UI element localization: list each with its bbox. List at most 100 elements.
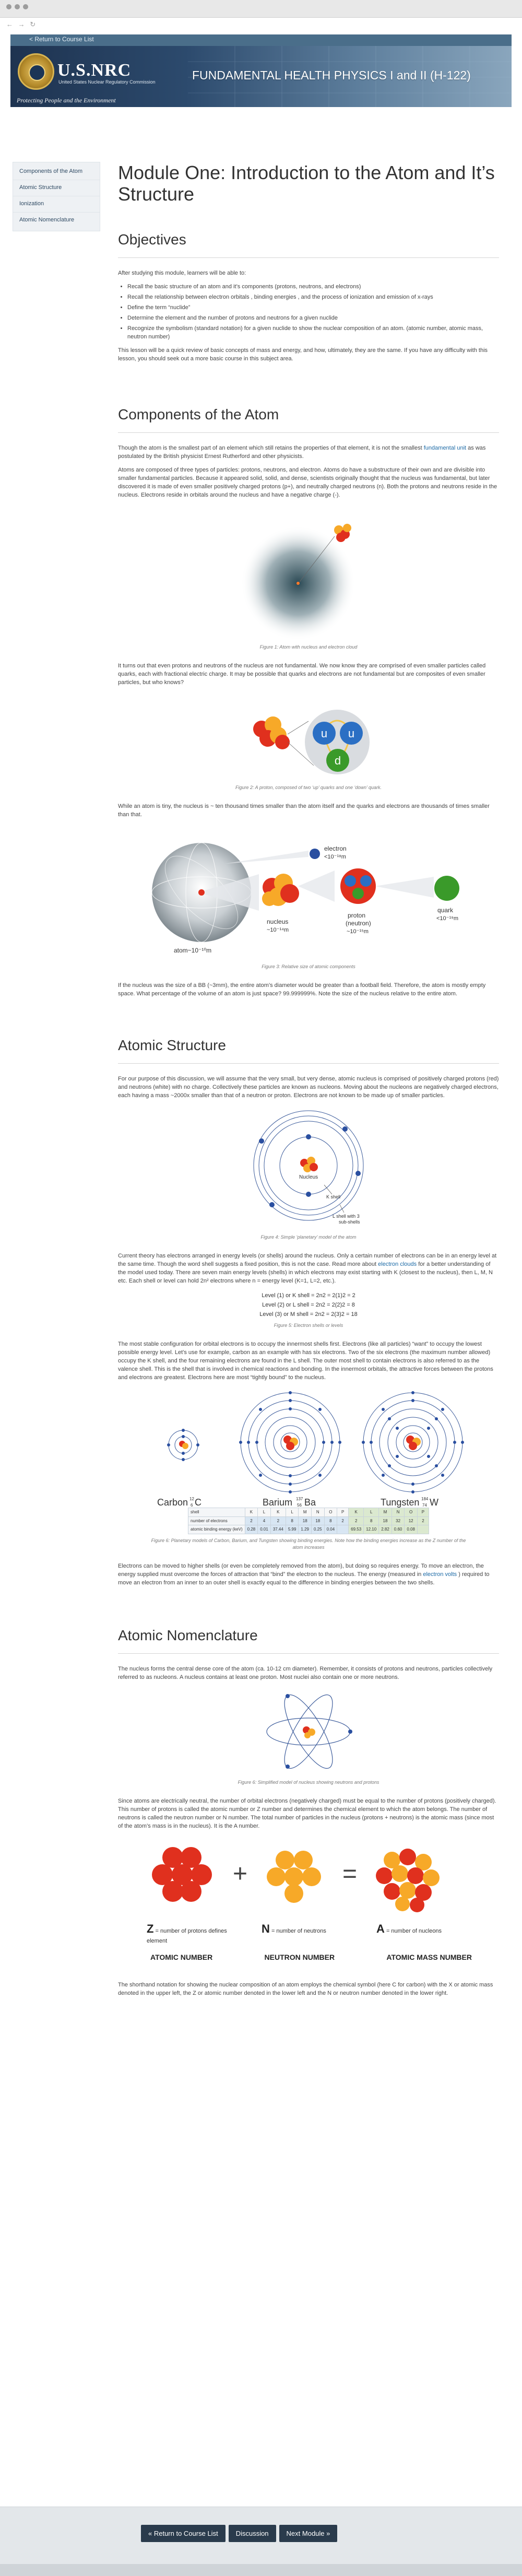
return-to-course-list-button[interactable]: « Return to Course List (141, 2525, 226, 2542)
atom-cloud-illustration (241, 524, 355, 641)
table-cell: 37.44 (270, 1525, 286, 1534)
objectives-intro: After studying this module, learners wil… (118, 270, 246, 277)
module-content: Module One: Introduction to the Atom and… (118, 162, 499, 2003)
z-letter: Z (147, 1922, 154, 1935)
nrc-logo[interactable]: U.S.NRC United States Nuclear Regulatory… (10, 46, 183, 107)
k-shell-label: K shell (326, 1194, 340, 1199)
sidebar-item-components[interactable]: Components of the Atom (13, 162, 100, 180)
n-definition: N = number of neutrons (262, 1921, 355, 1946)
next-module-button[interactable]: Next Module » (279, 2525, 338, 2542)
text-span: Though the atom is the smallest part of … (118, 445, 422, 452)
minimize-window-icon[interactable] (15, 4, 20, 9)
neutron-number-label: NEUTRON NUMBER (264, 1953, 335, 1962)
table-cell: 69.53 (348, 1525, 364, 1534)
sidebar-item-atomic-structure[interactable]: Atomic Structure (13, 180, 100, 196)
figure-relative-sizes: electron <10⁻¹⁸m atom~10⁻¹⁰m nucleus ~10… (141, 825, 476, 960)
figure-atom-cloud (230, 505, 387, 641)
tungsten-mass: 184 (421, 1497, 429, 1501)
table-cell: M (298, 1508, 312, 1517)
figure-2-caption: Figure 2: A proton, composed of two ‘up’… (235, 784, 382, 790)
nomenclature-heading: Atomic Nomenclature (118, 1625, 499, 1654)
figure-3-caption: Figure 3: Relative size of atomic compon… (262, 963, 355, 969)
sidebar-item-ionization[interactable]: Ionization (13, 196, 100, 213)
nuclide-composition-illustration: + = (152, 1847, 440, 1913)
browser-forward-icon[interactable]: → (18, 20, 25, 28)
atomic-structure-section: Atomic Structure For our purpose of this… (118, 1035, 499, 1587)
equation-l-shell: Level (2) or L shell = 2n2 = 2(2)2 = 8 (262, 1302, 355, 1309)
table-cell: 2 (270, 1516, 286, 1526)
fundamental-unit-link[interactable]: fundamental unit (424, 445, 466, 451)
close-window-icon[interactable] (6, 4, 11, 9)
components-section: Components of the Atom Though the atom i… (118, 404, 499, 998)
footer-navigation: « Return to Course List Discussion Next … (141, 2525, 338, 2542)
z-definition: Z = number of protons defines element (147, 1921, 241, 1946)
table-cell: 18 (378, 1516, 392, 1526)
carbon-mass: 12 (189, 1497, 194, 1501)
nuclide-number-labels: ATOMIC NUMBER NEUTRON NUMBER ATOMIC MASS… (118, 1952, 499, 1962)
table-cell: 2 (244, 1516, 258, 1526)
objectives-list: Recall the basic structure of an atom an… (127, 283, 499, 342)
nuclide-definitions: Z = number of protons defines element N … (141, 1921, 476, 1946)
return-to-course-list-link[interactable]: < Return to Course List (29, 35, 94, 44)
nomenclature-section: Atomic Nomenclature The nucleus forms th… (118, 1625, 499, 1998)
structure-paragraph-2: Current theory has electrons arranged in… (118, 1252, 499, 1286)
table-cell: 5.99 (285, 1525, 299, 1534)
table-cell (337, 1525, 349, 1534)
table-cell: 2 (348, 1516, 364, 1526)
atomic-structure-heading: Atomic Structure (118, 1035, 499, 1064)
figure-6-caption: Figure 6: Planetary models of Carbon, Ba… (151, 1537, 466, 1550)
browser-back-icon[interactable]: ← (6, 20, 13, 28)
browser-reload-icon[interactable]: ↻ (30, 20, 35, 28)
atomic-mass-number-label: ATOMIC MASS NUMBER (386, 1953, 472, 1962)
a-definition: A = number of nucleons (376, 1921, 470, 1946)
objectives-outro: This lesson will be a quick review of ba… (118, 347, 488, 362)
sidebar-item-nomenclature[interactable]: Atomic Nomenclature (13, 213, 100, 231)
carbon-model (167, 1429, 199, 1462)
row-header: number of electrons (188, 1516, 245, 1526)
table-cell: L (285, 1508, 299, 1517)
quark-size-label: <10⁻¹⁹m (436, 915, 458, 922)
table-row: atomic binding energy (keV) 0.28 0.01 37… (188, 1525, 429, 1534)
components-heading: Components of the Atom (118, 404, 499, 433)
components-paragraph-4: While an atom is tiny, the nucleus is ~ … (118, 803, 490, 818)
table-cell: 12 (404, 1516, 418, 1526)
browser-nav: ← → ↻ (6, 20, 35, 30)
components-paragraph-1: Though the atom is the smallest part of … (118, 444, 499, 461)
objective-item: Recall the basic structure of an atom an… (127, 283, 499, 291)
planetary-model-illustration: Nucleus K shell L shell with 3 sub-shell… (253, 1110, 364, 1225)
carbon-label: Carbon (157, 1497, 188, 1508)
table-cell: 2.82 (378, 1525, 392, 1534)
figure-nuclide-numbers: + = Z = number of protons defines elemen… (141, 1839, 476, 1949)
quark-u-label: u (321, 727, 327, 740)
table-cell: 18 (298, 1516, 312, 1526)
relative-size-illustration: electron <10⁻¹⁸m atom~10⁻¹⁰m nucleus ~10… (151, 842, 459, 954)
module-title: Module One: Introduction to the Atom and… (118, 162, 495, 205)
structure-paragraph-4: Electrons can be moved to higher shells … (118, 1562, 499, 1587)
table-cell: 0.01 (257, 1525, 271, 1534)
table-cell: M (378, 1508, 392, 1517)
electron-volts-link[interactable]: electron volts (423, 1571, 457, 1578)
discussion-button[interactable]: Discussion (228, 2525, 276, 2542)
table-cell: K (348, 1508, 364, 1517)
structure-paragraph-3: The most stable configuration for orbita… (118, 1341, 493, 1381)
barium-mass: 137 (296, 1497, 303, 1501)
tungsten-symbol: W (430, 1497, 438, 1508)
table-row: number of electrons 2 4 2 8 18 18 8 2 2 … (188, 1516, 429, 1526)
window-controls (6, 4, 28, 9)
objective-item: Recognize the symbolism (standard notati… (127, 325, 499, 342)
maximize-window-icon[interactable] (23, 4, 28, 9)
n-letter: N (262, 1922, 270, 1935)
row-header: shell (188, 1508, 245, 1517)
nrc-seal-icon (18, 53, 54, 90)
module-sidebar: Components of the Atom Atomic Structure … (13, 162, 100, 231)
table-cell: 0.04 (324, 1525, 338, 1534)
equation-k-shell: Level (1) or K shell = 2n2 = 2(1)2 = 2 (262, 1292, 355, 1299)
electron-clouds-link[interactable]: electron clouds (378, 1261, 417, 1267)
proton-label: proton (348, 912, 365, 919)
browser-chrome (0, 0, 522, 18)
proton-quark-illustration: u u d (253, 709, 370, 774)
figure-element-models: Carbon 12 6 C Barium 137 56 Ba Tungsten … (141, 1387, 476, 1508)
nucleus-orbit-illustration (266, 1694, 352, 1769)
a-text: = number of nucleons (386, 1927, 442, 1934)
figure-nucleus-model (256, 1687, 361, 1776)
